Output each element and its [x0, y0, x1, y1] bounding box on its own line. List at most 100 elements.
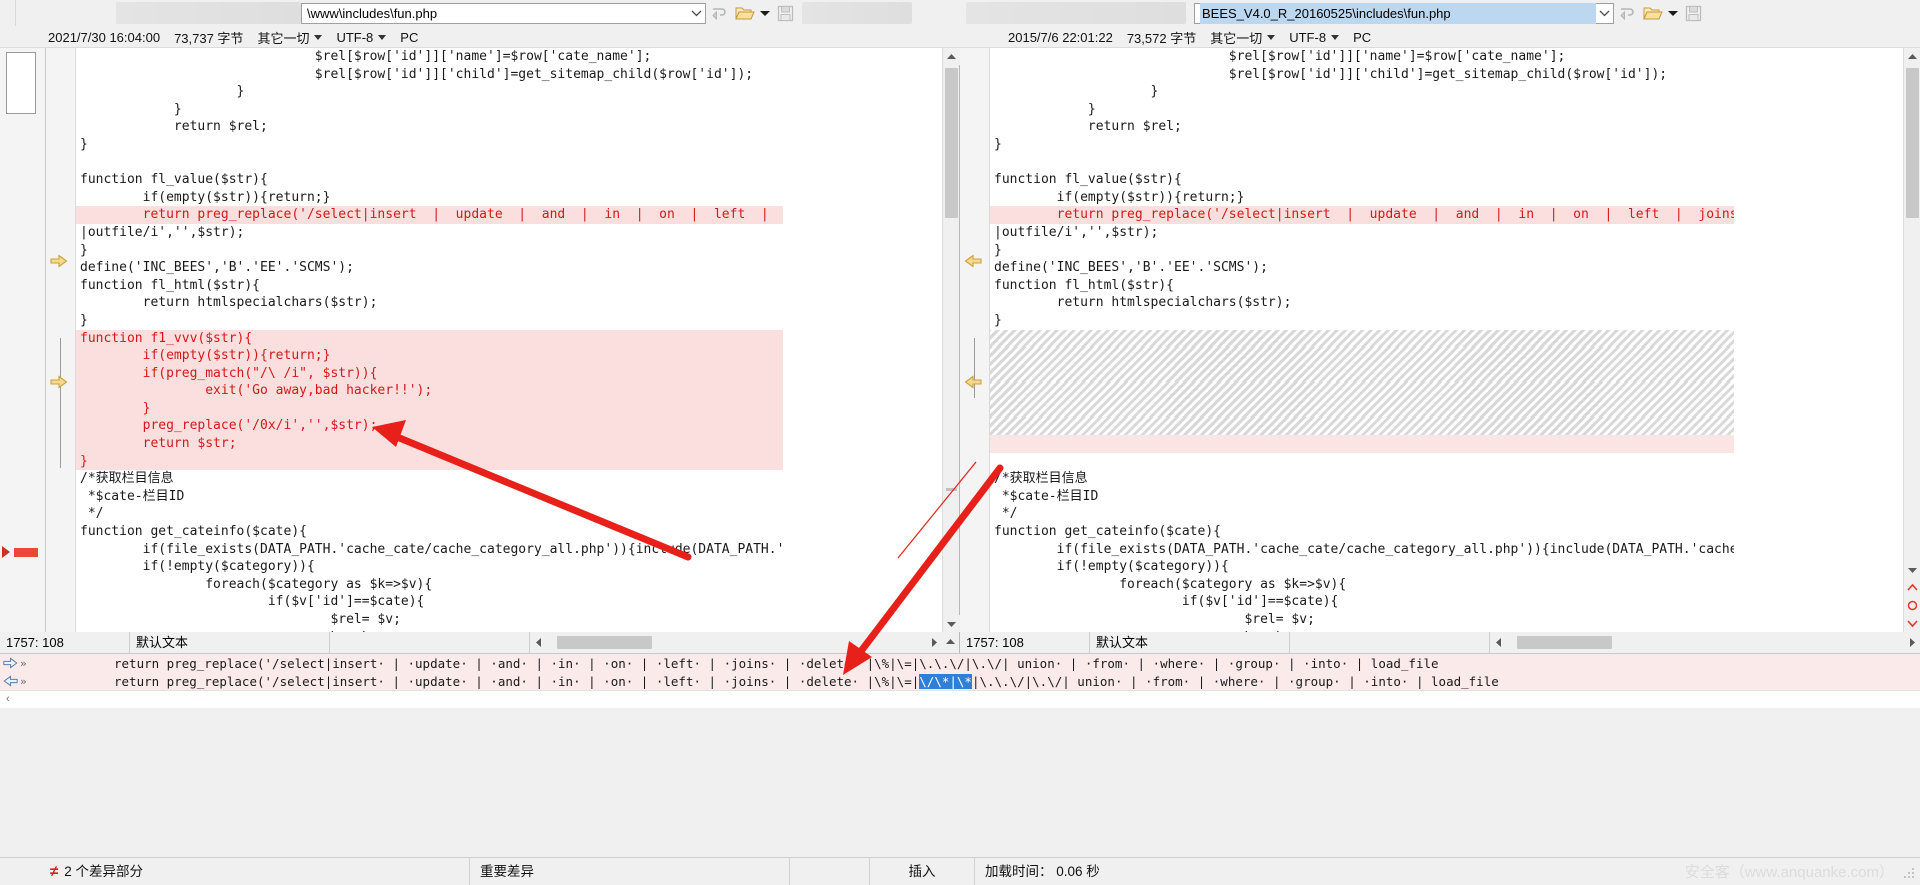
code-line[interactable]: /*获取栏目信息 [990, 470, 1734, 488]
code-line[interactable]: if(file_exists(DATA_PATH.'cache_cate/cac… [990, 541, 1734, 559]
right-hscroll-thumb[interactable] [1517, 636, 1612, 649]
code-line[interactable]: if(empty($str)){return;} [76, 347, 783, 365]
code-line[interactable]: /*获取栏目信息 [76, 470, 783, 488]
code-line[interactable]: define('INC_BEES','B'.'EE'.'SCMS'); [76, 259, 783, 277]
right-filter-dropdown[interactable]: 其它一切 [1210, 28, 1276, 47]
code-line[interactable]: } [76, 452, 783, 471]
scroll-right-icon[interactable] [925, 634, 942, 651]
code-line[interactable]: *$cate-栏目ID [76, 488, 783, 506]
code-line[interactable] [990, 329, 1734, 348]
code-line[interactable]: if(!empty($category)){ [990, 558, 1734, 576]
detail-selected-diff[interactable]: \/\*|\* [919, 673, 972, 689]
code-line[interactable]: |outfile/i','',$str); [76, 224, 783, 242]
right-vertical-scrollbar[interactable] [1903, 48, 1920, 632]
resize-grip-icon[interactable] [1902, 865, 1916, 879]
code-line[interactable]: return htmlspecialchars($str); [76, 294, 783, 312]
open-folder-icon[interactable] [732, 1, 758, 25]
code-line[interactable] [990, 154, 1734, 172]
diff-circle-icon[interactable] [1904, 597, 1920, 614]
code-line[interactable]: } [76, 312, 783, 330]
swap-sides-icon[interactable] [1614, 1, 1640, 25]
code-line[interactable] [990, 382, 1734, 400]
code-line[interactable]: if(empty($str)){return;} [990, 189, 1734, 207]
code-line[interactable]: } [990, 136, 1734, 154]
code-line[interactable]: exit('Go away,bad hacker!!'); [76, 382, 783, 400]
code-line[interactable]: if(!empty($category)){ [76, 558, 783, 576]
code-line[interactable]: } [76, 136, 783, 154]
code-line[interactable]: *$cate-栏目ID [990, 488, 1734, 506]
detail-row-right[interactable]: » return preg_replace('/select|insert· |… [0, 672, 1920, 690]
code-line[interactable]: $rel[$row['id']]['name']=$row['cate_name… [990, 48, 1734, 66]
right-scroll-thumb[interactable] [1906, 68, 1919, 218]
code-line[interactable]: if(empty($str)){return;} [76, 189, 783, 207]
left-horizontal-scrollbar[interactable] [530, 634, 942, 651]
left-hscroll-track[interactable] [547, 634, 925, 651]
code-line[interactable]: $rel= $v; [76, 611, 783, 629]
code-line[interactable]: } [990, 242, 1734, 260]
code-line[interactable]: } [76, 242, 783, 260]
dropdown-arrow-icon[interactable] [1666, 1, 1680, 25]
code-line[interactable]: function fl_value($str){ [990, 171, 1734, 189]
code-line[interactable]: */ [990, 505, 1734, 523]
code-line[interactable]: return $rel; [990, 118, 1734, 136]
code-line[interactable]: return htmlspecialchars($str); [990, 294, 1734, 312]
swap-sides-icon[interactable] [706, 1, 732, 25]
code-line[interactable]: function fl_html($str){ [990, 277, 1734, 295]
code-line[interactable]: } [990, 101, 1734, 119]
code-line[interactable]: } [990, 83, 1734, 101]
code-line[interactable]: $rel= $v; [990, 611, 1734, 629]
code-line[interactable] [990, 453, 1734, 471]
left-code-area[interactable]: $rel[$row['id']]['name']=$row['cate_name… [76, 48, 783, 632]
code-line[interactable]: } [76, 399, 783, 418]
code-line[interactable]: function get_cateinfo($cate){ [76, 523, 783, 541]
left-path-combo[interactable]: \www\includes\fun.php [301, 2, 706, 24]
code-line[interactable]: function fl_value($str){ [76, 171, 783, 189]
code-line[interactable]: preg_replace('/0x/i','',$str); [76, 417, 783, 436]
code-line[interactable]: function get_cateinfo($cate){ [990, 523, 1734, 541]
code-line[interactable]: function fl_html($str){ [76, 277, 783, 295]
detail-row-left[interactable]: » return preg_replace('/select|insert· |… [0, 654, 1920, 672]
code-line[interactable] [990, 435, 1734, 453]
prev-diff-icon[interactable] [1904, 615, 1920, 632]
save-icon[interactable] [1680, 1, 1706, 25]
right-encoding-dropdown[interactable]: UTF-8 [1289, 30, 1340, 45]
diff-overview-strip[interactable] [0, 48, 46, 632]
left-scroll-corner-icon[interactable] [942, 634, 959, 651]
detail-right-marker[interactable]: » [0, 675, 34, 688]
code-line[interactable]: foreach($category as $k=>$v){ [76, 576, 783, 594]
code-line[interactable] [76, 154, 783, 172]
left-vertical-scrollbar[interactable] [942, 48, 960, 632]
scroll-down-icon[interactable] [1904, 561, 1920, 578]
code-line[interactable]: if($v['id']==$cate){ [76, 593, 783, 611]
scroll-left-icon[interactable] [1490, 634, 1507, 651]
code-line[interactable]: } [76, 101, 783, 119]
code-line[interactable]: } [990, 312, 1734, 330]
code-line[interactable]: return preg_replace('/select|insert | up… [990, 206, 1734, 224]
code-line[interactable]: return $rel; [76, 118, 783, 136]
code-line[interactable]: $rel[$row['id']]['child']=get_sitemap_ch… [990, 66, 1734, 84]
right-path-value[interactable]: BEES_V4.0_R_20160525\includes\fun.php [1200, 2, 1596, 24]
left-diff-arrow-marker-1[interactable] [50, 254, 68, 268]
chevron-down-icon[interactable] [688, 3, 705, 23]
left-diff-arrow-marker-2[interactable] [50, 375, 68, 389]
code-line[interactable] [990, 364, 1734, 383]
overview-diff-mark[interactable] [14, 548, 38, 557]
code-line[interactable]: $rel[$row['id']]['child']=get_sitemap_ch… [76, 66, 783, 84]
right-path-combo[interactable]: BEES_V4.0_R_20160525\includes\fun.php [1194, 2, 1614, 24]
next-diff-icon[interactable] [1904, 579, 1920, 596]
chevron-down-icon[interactable] [314, 34, 323, 40]
chevron-down-icon[interactable] [1331, 34, 1340, 40]
code-line[interactable] [990, 399, 1734, 418]
right-diff-arrow-marker-2[interactable] [964, 375, 982, 389]
code-line[interactable]: if($v['id']==$cate){ [990, 593, 1734, 611]
code-line[interactable]: if(preg_match("/\ /i", $str)){ [76, 364, 783, 383]
chevron-down-icon[interactable] [1596, 3, 1613, 23]
dropdown-arrow-icon[interactable] [758, 1, 772, 25]
left-file-pane[interactable]: $rel[$row['id']]['name']=$row['cate_name… [0, 48, 960, 653]
save-icon[interactable] [772, 1, 798, 25]
right-code-area[interactable]: $rel[$row['id']]['name']=$row['cate_name… [990, 48, 1734, 632]
scroll-up-icon[interactable] [1904, 48, 1920, 65]
scroll-right-icon[interactable] [1903, 634, 1920, 651]
code-line[interactable] [990, 417, 1734, 436]
code-line[interactable]: return preg_replace('/select|insert | up… [76, 206, 783, 224]
